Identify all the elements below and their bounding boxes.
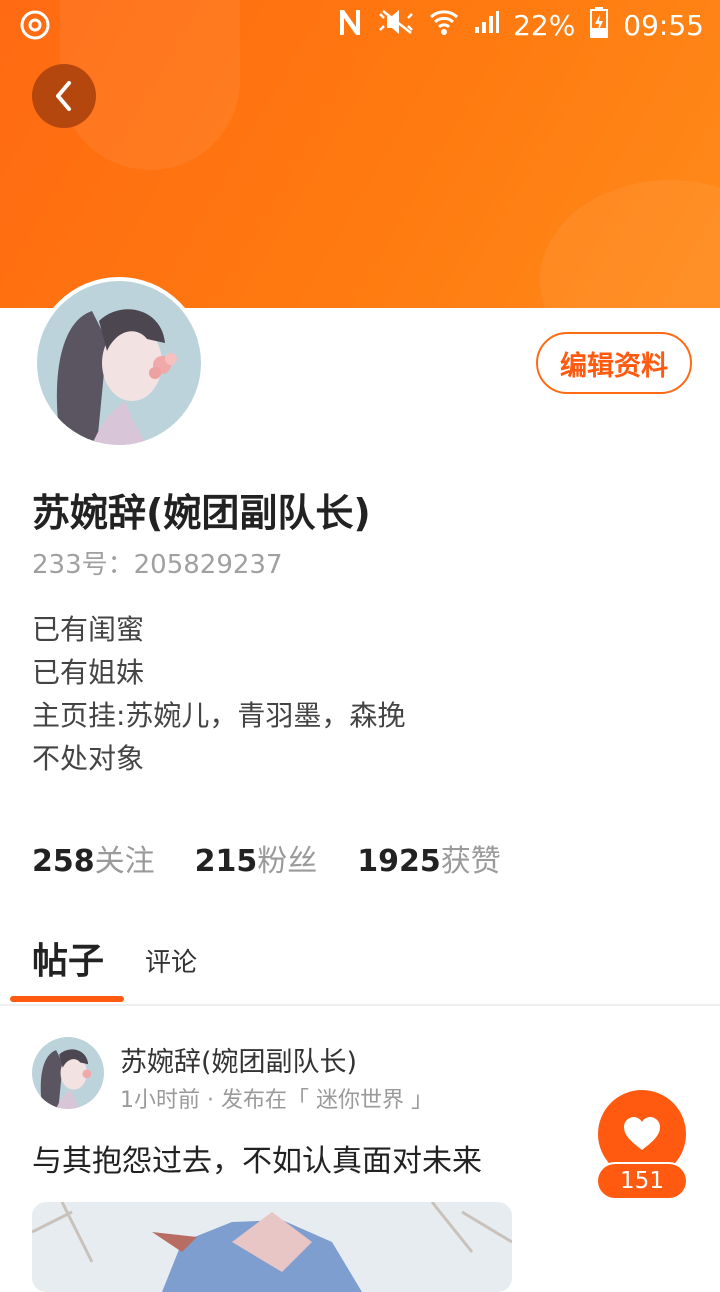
wifi-icon [429, 8, 459, 43]
profile-avatar[interactable] [33, 277, 205, 449]
nfc-icon [337, 7, 363, 44]
stat-likes[interactable]: 1925获赞 [357, 836, 501, 880]
battery-charging-icon [589, 6, 609, 45]
post-meta: 1小时前 · 发布在「 迷你世界 」 [120, 1088, 433, 1113]
profile-bio: 已有闺蜜 已有姐妹 主页挂:苏婉儿，青羽墨，森挽 不处对象 [32, 608, 405, 780]
tab-posts[interactable]: 帖子 [32, 932, 104, 984]
app-notification-icon [18, 8, 52, 49]
following-count: 258 [32, 844, 95, 879]
like-count: 151 [598, 1164, 686, 1198]
stat-followers[interactable]: 215粉丝 [195, 836, 318, 880]
clock: 09:55 [623, 9, 704, 42]
followers-label: 粉丝 [257, 844, 318, 879]
edit-profile-button[interactable]: 编辑资料 [536, 332, 692, 394]
bio-line: 已有姐妹 [32, 656, 145, 689]
likes-count: 1925 [357, 844, 441, 879]
profile-nickname: 苏婉辞(婉团副队长) [32, 491, 371, 535]
divider [0, 1004, 720, 1006]
post-author-name[interactable]: 苏婉辞(婉团副队长) [120, 1040, 357, 1079]
profile-uid: 233号：205829237 [32, 550, 283, 580]
back-button[interactable] [32, 64, 96, 128]
following-label: 关注 [94, 844, 155, 879]
heart-icon [624, 1117, 660, 1150]
tab-comments[interactable]: 评论 [145, 942, 197, 979]
likes-label: 获赞 [440, 844, 501, 879]
chevron-left-icon [56, 81, 71, 111]
signal-icon [473, 9, 500, 42]
followers-count: 215 [194, 844, 258, 879]
stat-following[interactable]: 258关注 [32, 836, 155, 880]
post-image[interactable] [32, 1202, 512, 1292]
profile-header-banner: 22% 09:55 [0, 0, 720, 308]
bio-line: 主页挂:苏婉儿，青羽墨，森挽 [32, 699, 406, 732]
profile-stats: 258关注 215粉丝 1925获赞 [32, 836, 541, 880]
tab-indicator [10, 996, 124, 1002]
battery-percent: 22% [513, 9, 576, 42]
bio-line: 已有闺蜜 [32, 613, 145, 646]
bio-line: 不处对象 [32, 742, 145, 775]
status-bar: 22% 09:55 [0, 0, 720, 50]
mute-icon [377, 8, 415, 43]
post-author-avatar[interactable] [32, 1037, 104, 1109]
post-text[interactable]: 与其抱怨过去，不如认真面对未来 [32, 1136, 482, 1180]
